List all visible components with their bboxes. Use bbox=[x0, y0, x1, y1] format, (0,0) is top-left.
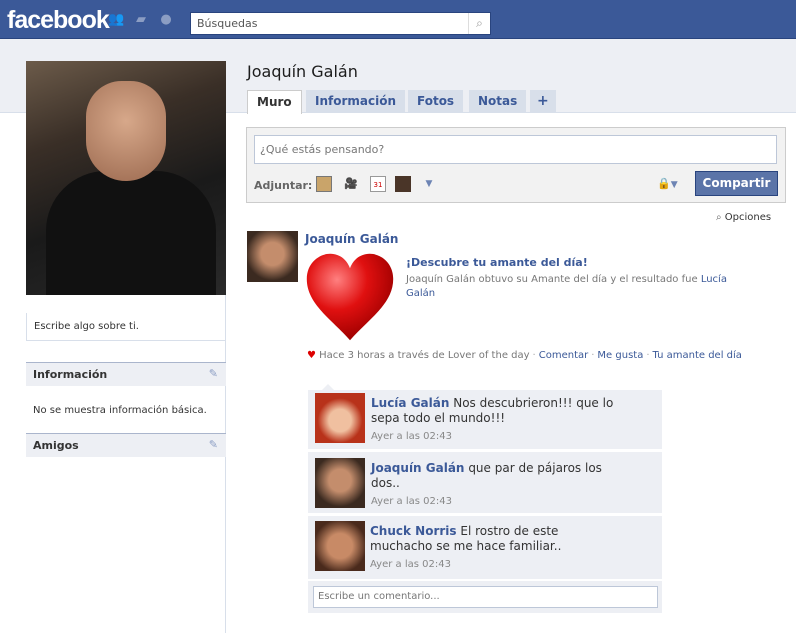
divider bbox=[225, 295, 226, 633]
comment-time[interactable]: Ayer a las 02:43 bbox=[371, 429, 621, 444]
comment-author[interactable]: Chuck Norris bbox=[370, 524, 457, 538]
tab-informacion[interactable]: Información bbox=[306, 90, 406, 113]
comment-author[interactable]: Lucía Galán bbox=[371, 396, 449, 410]
about-input[interactable]: Escribe algo sobre ti. bbox=[26, 313, 226, 341]
post-meta: ♥ Hace 3 horas a través de Lover of the … bbox=[307, 350, 742, 361]
search-icon[interactable]: ⌕ bbox=[468, 13, 490, 34]
comment-item: Lucía Galán Nos descubrieron!!! que lo s… bbox=[308, 390, 662, 449]
facebook-logo[interactable]: facebook bbox=[7, 6, 110, 35]
tab-muro[interactable]: Muro bbox=[247, 90, 302, 114]
options-label: Opciones bbox=[724, 212, 772, 223]
notifications-icon[interactable]: ● bbox=[158, 13, 174, 27]
tab-fotos[interactable]: Fotos bbox=[408, 90, 464, 113]
comment-time[interactable]: Ayer a las 02:43 bbox=[371, 494, 621, 509]
search-icon: ⌕ bbox=[716, 212, 725, 223]
comment-box: Escribe un comentario... bbox=[308, 581, 662, 613]
avatar[interactable] bbox=[315, 393, 365, 443]
friends-title: Amigos bbox=[33, 439, 79, 452]
add-tab-button[interactable]: + bbox=[530, 90, 556, 113]
event-icon[interactable]: 31 bbox=[370, 176, 386, 192]
pencil-icon[interactable]: ✎ bbox=[209, 367, 218, 380]
avatar[interactable] bbox=[315, 458, 365, 508]
profile-name: Joaquín Galán bbox=[247, 62, 358, 81]
search-input[interactable]: Búsquedas ⌕ bbox=[190, 12, 491, 35]
comment-author[interactable]: Joaquín Galán bbox=[371, 461, 464, 475]
post-author[interactable]: Joaquín Galán bbox=[305, 232, 398, 246]
post-time: Hace 3 horas a través de Lover of the da… bbox=[319, 350, 530, 361]
video-icon[interactable]: 🎥 bbox=[343, 176, 359, 192]
composer: ¿Qué estás pensando? Adjuntar: 🎥 31 ▼ 🔒▼… bbox=[246, 127, 786, 203]
avatar[interactable] bbox=[247, 231, 298, 282]
comment-link[interactable]: Comentar bbox=[539, 350, 589, 361]
app-link[interactable]: Tu amante del día bbox=[653, 350, 742, 361]
comment-time[interactable]: Ayer a las 02:43 bbox=[370, 557, 620, 572]
options-link[interactable]: ⌕ Opciones bbox=[716, 212, 771, 223]
messages-icon[interactable]: ▰ bbox=[133, 13, 149, 27]
profile-photo[interactable] bbox=[26, 61, 226, 295]
desc-text: Joaquín Galán obtuvo su Amante del día y… bbox=[406, 274, 698, 285]
info-body: No se muestra información básica. bbox=[33, 405, 207, 416]
share-button[interactable]: Compartir bbox=[695, 171, 778, 196]
attach-label: Adjuntar: bbox=[254, 179, 313, 192]
info-section-header: Información ✎ bbox=[26, 362, 226, 386]
status-input[interactable]: ¿Qué estás pensando? bbox=[254, 135, 777, 164]
app-title[interactable]: ¡Descubre tu amante del día! bbox=[406, 256, 588, 269]
app-icon[interactable] bbox=[395, 176, 411, 192]
comment-input[interactable]: Escribe un comentario... bbox=[313, 586, 658, 608]
tab-notas[interactable]: Notas bbox=[469, 90, 527, 113]
avatar[interactable] bbox=[315, 521, 365, 571]
chevron-down-icon[interactable]: ▼ bbox=[421, 176, 437, 192]
info-title: Información bbox=[33, 368, 108, 381]
friends-section-header: Amigos ✎ bbox=[26, 433, 226, 457]
pencil-icon[interactable]: ✎ bbox=[209, 438, 218, 451]
like-link[interactable]: Me gusta bbox=[597, 350, 643, 361]
comment-item: Chuck Norris El rostro de este muchacho … bbox=[308, 516, 662, 579]
photo-icon[interactable] bbox=[316, 176, 332, 192]
app-description: Joaquín Galán obtuvo su Amante del día y… bbox=[406, 273, 736, 301]
search-placeholder: Búsquedas bbox=[197, 17, 258, 30]
comment-item: Joaquín Galán que par de pájaros los dos… bbox=[308, 452, 662, 513]
friends-icon[interactable]: 👥 bbox=[108, 13, 124, 27]
privacy-lock-icon[interactable]: 🔒▼ bbox=[657, 177, 678, 190]
comments-arrow bbox=[322, 378, 334, 390]
heart-image[interactable] bbox=[305, 252, 395, 342]
heart-icon: ♥ bbox=[307, 350, 316, 361]
